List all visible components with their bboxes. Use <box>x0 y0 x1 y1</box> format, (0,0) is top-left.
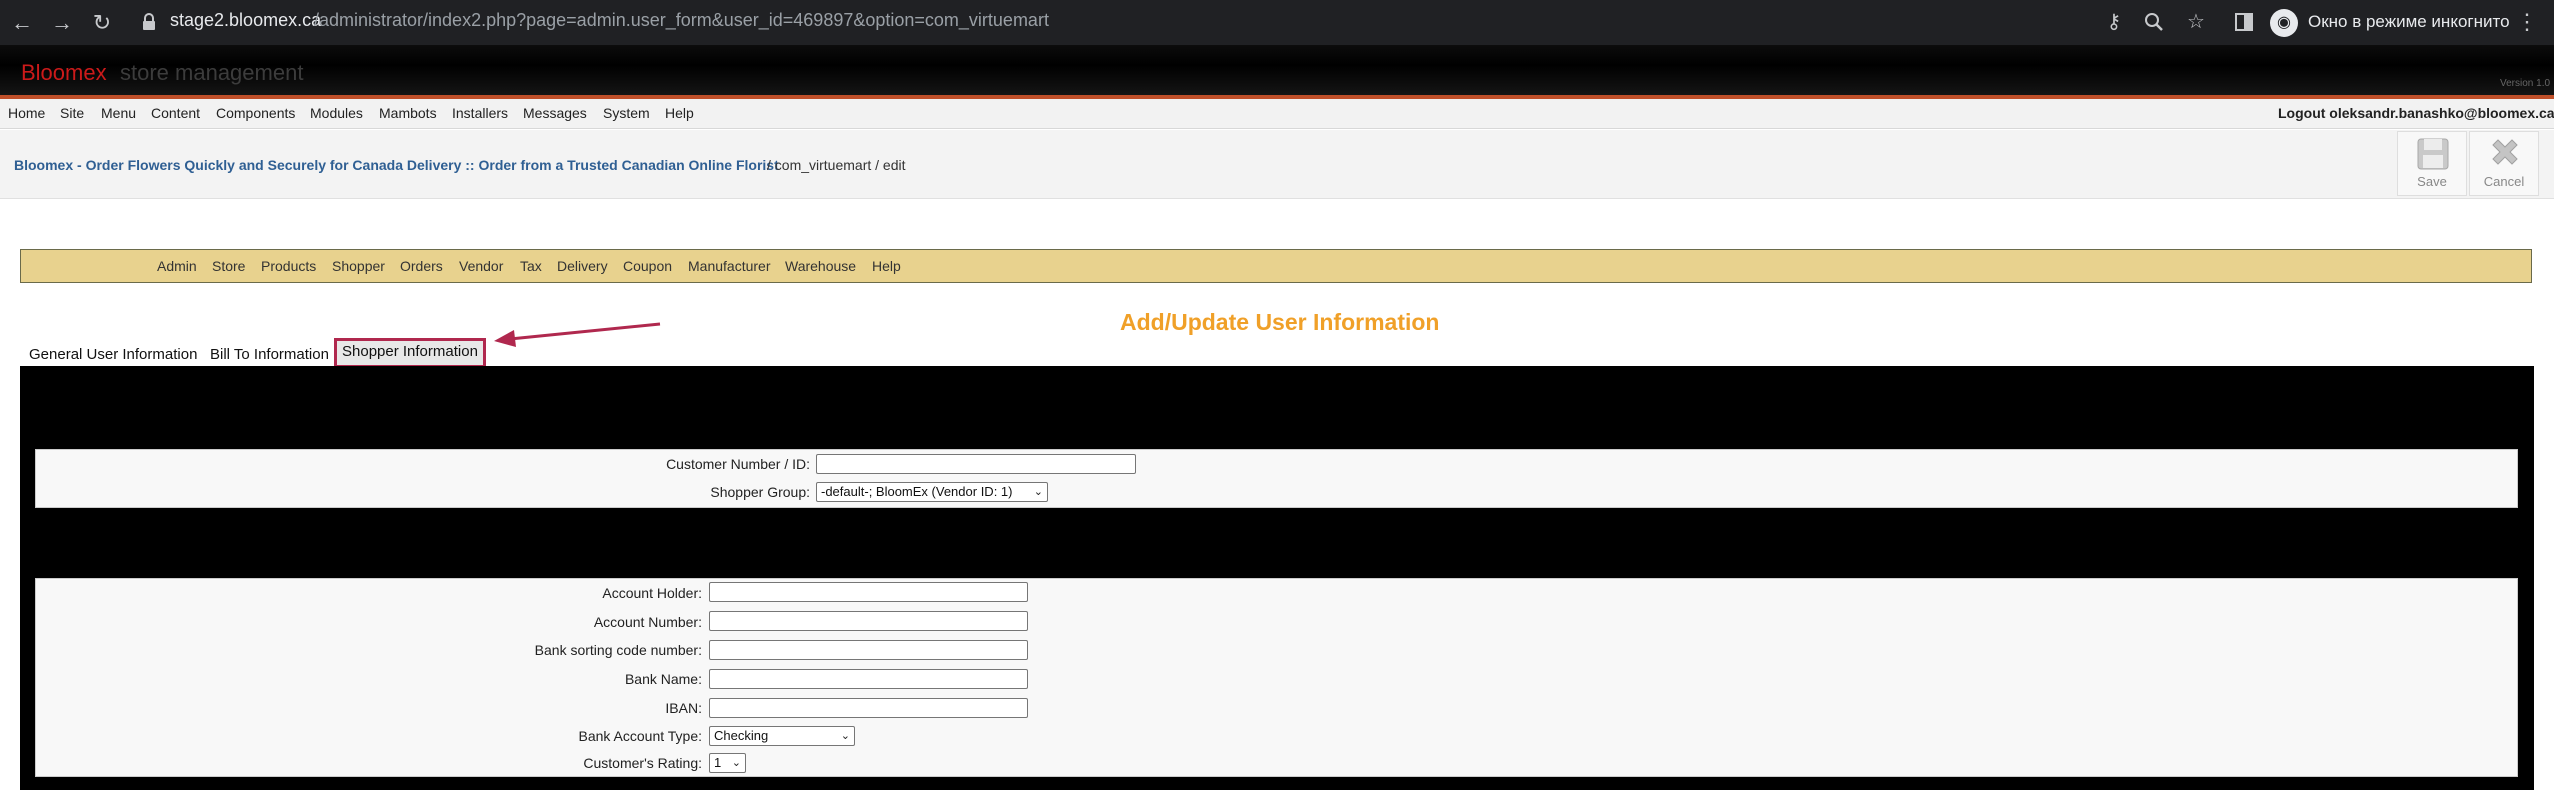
incognito-label[interactable]: Окно в режиме инкогнито <box>2308 12 2510 32</box>
account-type-value: Checking <box>714 728 769 743</box>
shopper-group-value: -default-; BloomEx (Vendor ID: 1) <box>821 484 1013 499</box>
vm-menu-products[interactable]: Products <box>261 258 316 274</box>
topmenu-system[interactable]: System <box>603 105 650 121</box>
incognito-icon[interactable]: ◉ <box>2270 9 2298 37</box>
rating-select[interactable]: 1 ⌄ <box>709 753 746 773</box>
topmenu-components[interactable]: Components <box>216 105 295 121</box>
admin-header <box>0 45 2554 95</box>
brand-subtitle: store management <box>120 60 304 85</box>
shopper-form <box>35 449 2518 508</box>
zoom-icon[interactable] <box>2141 9 2167 35</box>
star-icon[interactable]: ☆ <box>2183 9 2209 35</box>
save-label: Save <box>2417 174 2447 189</box>
topmenu-site[interactable]: Site <box>60 105 84 121</box>
chevron-down-icon: ⌄ <box>1033 486 1043 498</box>
key-icon[interactable]: ⚷ <box>2101 9 2127 35</box>
tab-general-user-information[interactable]: General User Information <box>29 343 197 367</box>
iban-label: IBAN: <box>665 700 702 716</box>
version-label: Version 1.0 <box>2500 78 2551 89</box>
breadcrumb-site-link[interactable]: Bloomex - Order Flowers Quickly and Secu… <box>14 157 779 173</box>
account-holder-input[interactable] <box>709 582 1028 602</box>
rating-value: 1 <box>714 755 722 770</box>
topmenu-home[interactable]: Home <box>8 105 45 121</box>
shopper-group-select[interactable]: -default-; BloomEx (Vendor ID: 1) ⌄ <box>816 482 1048 502</box>
back-icon[interactable]: ← <box>10 11 34 35</box>
annotation-arrow <box>494 322 661 347</box>
vm-menu-vendor[interactable]: Vendor <box>459 258 503 274</box>
topmenu-installers[interactable]: Installers <box>452 105 508 121</box>
brand-name: Bloomex <box>21 60 107 85</box>
reload-icon[interactable]: ↻ <box>90 11 114 35</box>
bank-name-label: Bank Name: <box>624 671 702 687</box>
topmenu-messages[interactable]: Messages <box>523 105 587 121</box>
sorting-code-input[interactable] <box>709 640 1028 660</box>
virtuemart-menu <box>20 249 2532 283</box>
cancel-button[interactable]: Cancel <box>2469 131 2539 196</box>
topmenu-help[interactable]: Help <box>665 105 694 121</box>
vm-menu-delivery[interactable]: Delivery <box>557 258 608 274</box>
vm-menu-shopper[interactable]: Shopper <box>332 258 385 274</box>
cancel-label: Cancel <box>2483 174 2525 189</box>
customer-number-input[interactable] <box>816 454 1136 474</box>
chevron-down-icon: ⌄ <box>840 730 850 742</box>
sorting-code-label: Bank sorting code number: <box>534 642 702 658</box>
save-icon <box>2417 138 2449 170</box>
chevron-down-icon: ⌄ <box>731 757 741 769</box>
close-icon <box>2492 139 2518 165</box>
url-domain[interactable]: stage2.bloomex.ca <box>170 10 321 31</box>
account-number-input[interactable] <box>709 611 1028 631</box>
topmenu-menu[interactable]: Menu <box>101 105 136 121</box>
vm-menu-admin[interactable]: Admin <box>157 258 197 274</box>
topmenu-content[interactable]: Content <box>151 105 200 121</box>
topmenu-mambots[interactable]: Mambots <box>379 105 437 121</box>
vm-menu-coupon[interactable]: Coupon <box>623 258 672 274</box>
bank-name-input[interactable] <box>709 669 1028 689</box>
iban-input[interactable] <box>709 698 1028 718</box>
forward-icon[interactable]: → <box>50 11 74 35</box>
rating-label: Customer's Rating: <box>583 755 702 771</box>
tab-shopper-information[interactable]: Shopper Information <box>334 338 486 368</box>
tab-bill-to-information[interactable]: Bill To Information <box>210 343 329 367</box>
breadcrumb: / com_virtuemart / edit <box>767 157 906 173</box>
save-button[interactable]: Save <box>2397 131 2467 196</box>
url-path[interactable]: /administrator/index2.php?page=admin.use… <box>314 10 1049 31</box>
page-title: Add/Update User Information <box>1120 309 1440 335</box>
account-number-label: Account Number: <box>593 614 702 630</box>
sidepanel-icon[interactable] <box>2231 9 2257 35</box>
vm-menu-store[interactable]: Store <box>212 258 245 274</box>
vm-menu-manufacturer[interactable]: Manufacturer <box>688 258 770 274</box>
vm-menu-warehouse[interactable]: Warehouse <box>785 258 856 274</box>
topmenu-modules[interactable]: Modules <box>310 105 363 121</box>
account-holder-label: Account Holder: <box>602 585 702 601</box>
account-type-select[interactable]: Checking ⌄ <box>709 726 855 746</box>
account-type-label: Bank Account Type: <box>578 728 703 744</box>
vm-menu-help[interactable]: Help <box>872 258 901 274</box>
customer-number-label: Customer Number / ID: <box>666 456 810 472</box>
vm-menu-tax[interactable]: Tax <box>520 258 542 274</box>
vm-menu-orders[interactable]: Orders <box>400 258 443 274</box>
menu-dots-icon[interactable]: ⋮ <box>2516 9 2538 35</box>
shopper-group-label: Shopper Group: <box>710 484 810 500</box>
logout-link[interactable]: Logout oleksandr.banashko@bloomex.ca <box>2278 105 2554 121</box>
lock-icon[interactable] <box>142 13 156 31</box>
